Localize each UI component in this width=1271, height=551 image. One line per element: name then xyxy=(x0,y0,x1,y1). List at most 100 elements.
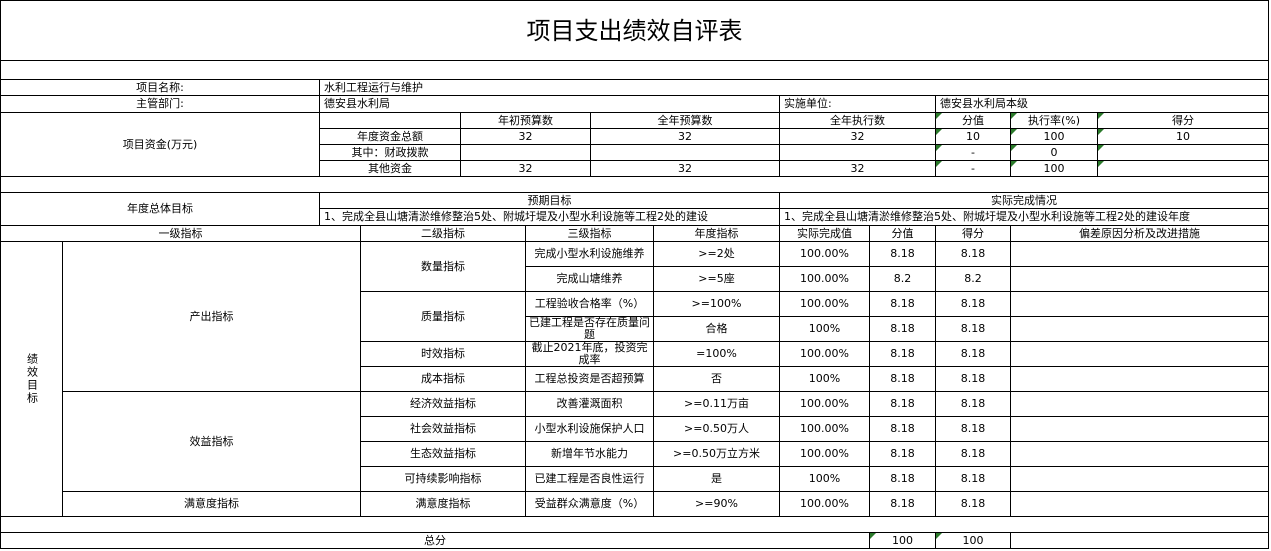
level2-item: 成本指标 xyxy=(360,366,526,392)
level2-item: 质量指标 xyxy=(360,291,526,342)
deviation-note xyxy=(1010,416,1269,442)
level2-item: 时效指标 xyxy=(360,341,526,367)
score-value: 8.18 xyxy=(869,391,936,417)
level3-indicator: 工程验收合格率（%） xyxy=(525,291,654,317)
annual-target: >=2处 xyxy=(653,241,780,267)
total-score: 100 xyxy=(935,532,1011,549)
total-label: 总分 xyxy=(0,532,870,549)
blank-row-3 xyxy=(0,516,1269,533)
funds-annual: 32 xyxy=(590,160,780,177)
annual-target: >=0.50万人 xyxy=(653,416,780,442)
title-frame xyxy=(0,0,1269,61)
funds-row-label: 年度资金总额 xyxy=(319,128,461,145)
funds-header-blank xyxy=(319,112,461,129)
funds-score-value: - xyxy=(935,144,1011,161)
score-value: 8.18 xyxy=(869,241,936,267)
level3-indicator: 新增年节水能力 xyxy=(525,441,654,467)
perf-header-1: 二级指标 xyxy=(360,225,526,242)
perf-header-2: 三级指标 xyxy=(525,225,654,242)
funds-row-label: 其中：财政拨款 xyxy=(319,144,461,161)
level1-satisfaction: 满意度指标 xyxy=(62,491,361,517)
annual-target: >=100% xyxy=(653,291,780,317)
deviation-note xyxy=(1010,366,1269,392)
level2-item: 经济效益指标 xyxy=(360,391,526,417)
funds-score xyxy=(1097,160,1269,177)
annual-target: >=0.11万亩 xyxy=(653,391,780,417)
funds-rate: 100 xyxy=(1010,160,1098,177)
funds-executed: 32 xyxy=(779,160,936,177)
actual-value: 100.00% xyxy=(779,391,870,417)
score-value: 8.18 xyxy=(869,491,936,517)
level2-item: 满意度指标 xyxy=(360,491,526,517)
funds-initial: 32 xyxy=(460,128,591,145)
level3-indicator: 完成小型水利设施维养 xyxy=(525,241,654,267)
funds-header-4: 执行率(%) xyxy=(1010,112,1098,129)
actual-value: 100% xyxy=(779,316,870,342)
annual-target: >=5座 xyxy=(653,266,780,292)
annual-target: 否 xyxy=(653,366,780,392)
actual-value: 100.00% xyxy=(779,241,870,267)
score-value: 8.18 xyxy=(869,316,936,342)
level1-benefit: 效益指标 xyxy=(62,391,361,492)
annual-target: >=90% xyxy=(653,491,780,517)
annual-target: =100% xyxy=(653,341,780,367)
dept-value: 德安县水利局 xyxy=(319,95,780,113)
total-value: 100 xyxy=(869,532,936,549)
perf-header-6: 得分 xyxy=(935,225,1011,242)
score-value: 8.18 xyxy=(869,366,936,392)
score: 8.18 xyxy=(935,391,1011,417)
score: 8.18 xyxy=(935,416,1011,442)
score-value: 8.18 xyxy=(869,341,936,367)
perf-header-4: 实际完成值 xyxy=(779,225,870,242)
level3-indicator: 小型水利设施保护人口 xyxy=(525,416,654,442)
actual-value: 100.00% xyxy=(779,491,870,517)
funds-rate: 0 xyxy=(1010,144,1098,161)
actual-value: 100.00% xyxy=(779,291,870,317)
project-name-value: 水利工程运行与维护 xyxy=(319,79,1269,96)
funds-annual xyxy=(590,144,780,161)
funds-initial xyxy=(460,144,591,161)
actual-value: 100.00% xyxy=(779,341,870,367)
total-blank xyxy=(1010,532,1269,549)
funds-row-label: 其他资金 xyxy=(319,160,461,177)
funds-score: 10 xyxy=(1097,128,1269,145)
perf-side-label: 绩效目标 xyxy=(0,241,63,517)
funds-header-2: 全年执行数 xyxy=(779,112,936,129)
funds-executed xyxy=(779,144,936,161)
actual-value: 100.00% xyxy=(779,266,870,292)
score: 8.18 xyxy=(935,441,1011,467)
funds-score-value: - xyxy=(935,160,1011,177)
funds-executed: 32 xyxy=(779,128,936,145)
score: 8.18 xyxy=(935,316,1011,342)
actual-value: 100% xyxy=(779,466,870,492)
level3-indicator: 已建工程是否良性运行 xyxy=(525,466,654,492)
funds-header-3: 分值 xyxy=(935,112,1011,129)
score-value: 8.2 xyxy=(869,266,936,292)
score: 8.18 xyxy=(935,341,1011,367)
funds-label: 项目资金(万元) xyxy=(0,112,320,177)
funds-rate: 100 xyxy=(1010,128,1098,145)
annual-target: >=0.50万立方米 xyxy=(653,441,780,467)
actual-value: 100.00% xyxy=(779,416,870,442)
perf-header-5: 分值 xyxy=(869,225,936,242)
score-value: 8.18 xyxy=(869,441,936,467)
blank-row xyxy=(0,60,1269,80)
deviation-note xyxy=(1010,241,1269,267)
deviation-note xyxy=(1010,266,1269,292)
score: 8.2 xyxy=(935,266,1011,292)
level3-indicator: 已建工程是否存在质量问题 xyxy=(525,316,654,342)
deviation-note xyxy=(1010,291,1269,317)
level3-indicator: 改善灌溉面积 xyxy=(525,391,654,417)
actual-value: 100.00% xyxy=(779,441,870,467)
dept-label: 主管部门: xyxy=(0,95,320,113)
impl-label: 实施单位: xyxy=(779,95,936,113)
level2-item: 数量指标 xyxy=(360,241,526,292)
goals-actual-header: 实际完成情况 xyxy=(779,192,1269,209)
perf-header-7: 偏差原因分析及改进措施 xyxy=(1010,225,1269,242)
level3-indicator: 受益群众满意度（%） xyxy=(525,491,654,517)
blank-row-2 xyxy=(0,176,1269,193)
score-value: 8.18 xyxy=(869,416,936,442)
annual-target: 合格 xyxy=(653,316,780,342)
level2-item: 生态效益指标 xyxy=(360,441,526,467)
funds-annual: 32 xyxy=(590,128,780,145)
